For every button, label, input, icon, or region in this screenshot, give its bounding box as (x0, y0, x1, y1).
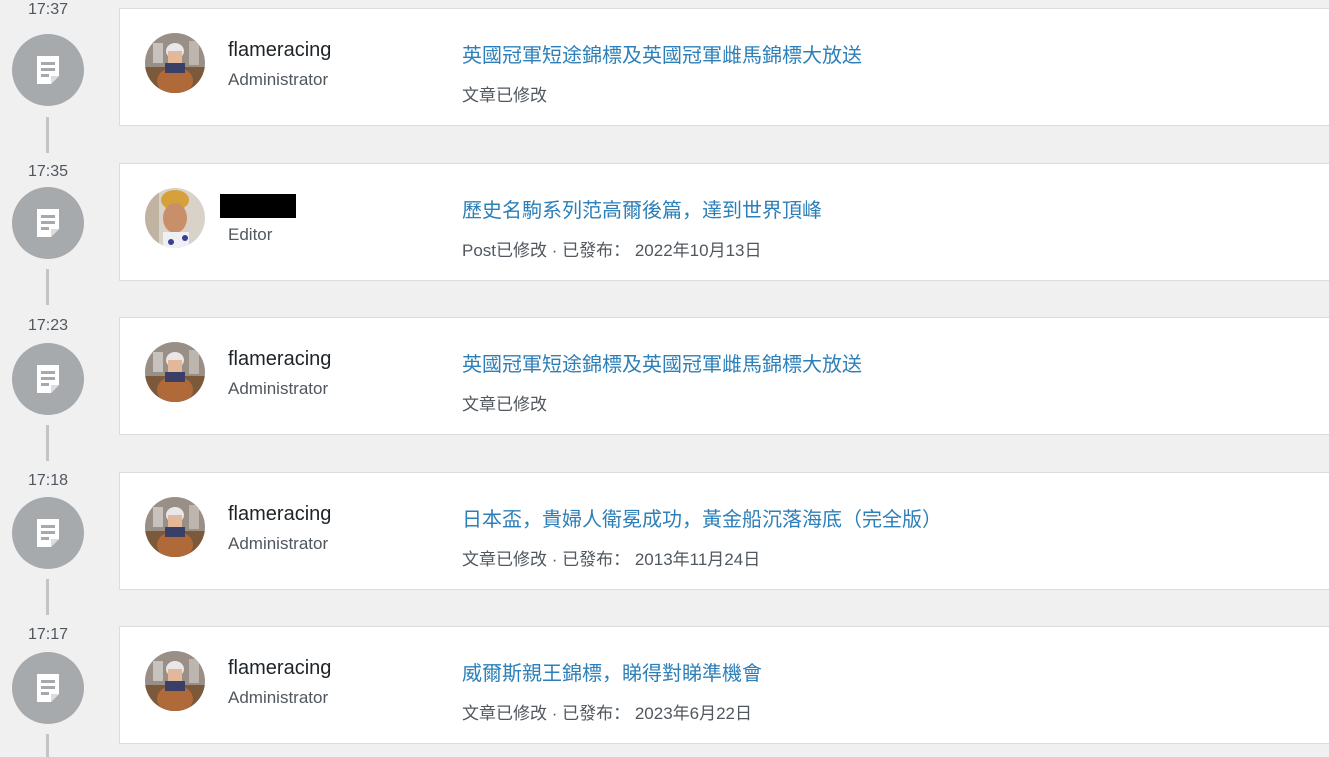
timeline-connector (46, 579, 49, 615)
timeline-entry: 17:23 flameracing Administrator 英國冠軍短途錦標… (0, 317, 1329, 472)
timeline-connector (46, 425, 49, 461)
document-icon (37, 674, 59, 702)
user-role: Administrator (228, 688, 329, 707)
document-icon (37, 209, 59, 237)
activity-card: Editor 歷史名駒系列范高爾後篇，達到世界頂峰 Post已修改 · 已發布：… (119, 163, 1329, 281)
post-type-circle (12, 652, 84, 724)
activity-card: flameracing Administrator 威爾斯親王錦標，睇得對睇準機… (119, 626, 1329, 744)
avatar (145, 651, 205, 711)
entry-time: 17:37 (27, 1, 69, 18)
avatar (145, 342, 205, 402)
post-status: 文章已修改 · 已發布： 2023年6月22日 (462, 704, 753, 723)
entry-time: 17:23 (27, 317, 69, 334)
post-title-link[interactable]: 日本盃，貴婦人衛冕成功，黃金船沉落海底（完全版） (462, 503, 942, 532)
timeline-connector (46, 117, 49, 153)
user-name: flameracing (228, 348, 332, 370)
timeline-connector (46, 269, 49, 305)
user-role: Administrator (228, 379, 329, 398)
document-icon (37, 365, 59, 393)
user-name: flameracing (228, 657, 332, 679)
avatar (145, 497, 205, 557)
user-role: Administrator (228, 534, 329, 553)
timeline-connector (46, 734, 49, 757)
timeline-entry: 17:35 Editor 歷史名駒系列范高爾後篇，達到世界頂峰 Post已修改 … (0, 163, 1329, 318)
avatar (145, 188, 205, 248)
entry-time: 17:17 (27, 626, 69, 643)
post-title-link[interactable]: 威爾斯親王錦標，睇得對睇準機會 (462, 657, 762, 686)
timeline-entry: 17:37 flameracing Administrator 英國冠軍短途錦標… (0, 1, 1329, 163)
activity-card: flameracing Administrator 日本盃，貴婦人衛冕成功，黃金… (119, 472, 1329, 590)
timeline-entry: 17:18 flameracing Administrator 日本盃，貴婦人衛… (0, 472, 1329, 627)
activity-card: flameracing Administrator 英國冠軍短途錦標及英國冠軍雌… (119, 8, 1329, 126)
document-icon (37, 56, 59, 84)
post-type-circle (12, 497, 84, 569)
post-status: Post已修改 · 已發布： 2022年10月13日 (462, 241, 762, 260)
document-icon (37, 519, 59, 547)
entry-time: 17:35 (27, 163, 69, 180)
post-title-link[interactable]: 英國冠軍短途錦標及英國冠軍雌馬錦標大放送 (462, 348, 862, 377)
post-title-link[interactable]: 歷史名駒系列范高爾後篇，達到世界頂峰 (462, 194, 822, 223)
user-name: flameracing (228, 503, 332, 525)
post-title-link[interactable]: 英國冠軍短途錦標及英國冠軍雌馬錦標大放送 (462, 39, 862, 68)
activity-timeline: 17:37 flameracing Administrator 英國冠軍短途錦標… (0, 0, 1329, 757)
post-status: 文章已修改 (462, 86, 547, 105)
post-type-circle (12, 34, 84, 106)
activity-card: flameracing Administrator 英國冠軍短途錦標及英國冠軍雌… (119, 317, 1329, 435)
entry-time: 17:18 (27, 472, 69, 489)
post-status: 文章已修改 (462, 395, 547, 414)
post-type-circle (12, 187, 84, 259)
timeline-entry: 17:17 flameracing Administrator 威爾斯親王錦標，… (0, 626, 1329, 757)
redacted-user-name (220, 194, 296, 218)
post-status: 文章已修改 · 已發布： 2013年11月24日 (462, 550, 761, 569)
user-role: Editor (228, 225, 273, 244)
avatar (145, 33, 205, 93)
user-name: flameracing (228, 39, 332, 61)
user-role: Administrator (228, 70, 329, 89)
post-type-circle (12, 343, 84, 415)
